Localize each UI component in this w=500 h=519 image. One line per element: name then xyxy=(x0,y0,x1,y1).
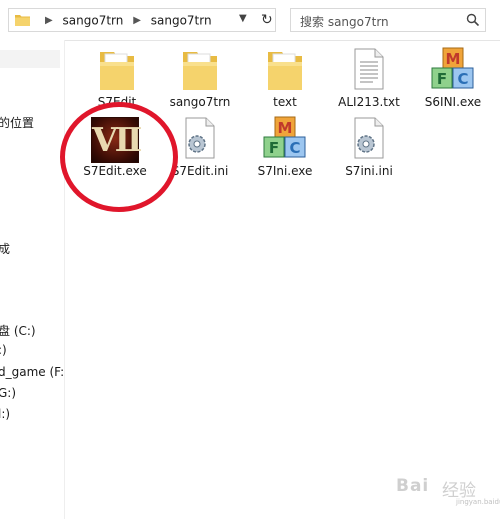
search-box[interactable]: 搜索 sango7trn xyxy=(290,8,486,32)
address-bar[interactable]: ▶ sango7trn ▶ sango7trn ▼ ↻ xyxy=(8,8,276,32)
nav-item-homegroup[interactable]: 成 xyxy=(0,240,64,257)
history-dropdown-icon[interactable]: ▼ xyxy=(239,13,247,24)
file-item-s6ini-exe[interactable]: M F C S6INI.exe xyxy=(408,46,498,116)
nav-item-drive-e[interactable]: :) xyxy=(0,343,64,357)
file-name: ALI213.txt xyxy=(338,95,400,109)
settings-file-icon xyxy=(185,117,215,159)
nav-selected-row[interactable] xyxy=(0,50,60,68)
mfc-app-icon: M F C xyxy=(431,47,474,89)
file-name: S6INI.exe xyxy=(424,95,482,109)
svg-text:F: F xyxy=(437,70,447,88)
nav-item-drive-h[interactable]: l:) xyxy=(0,407,64,421)
watermark-url: jingyan.baidu.com xyxy=(456,498,500,506)
file-name: S7Ini.exe xyxy=(257,164,313,178)
watermark: Bai 经验 jingyan.baidu.com xyxy=(386,470,500,510)
file-item-s7ini-ini[interactable]: S7ini.ini xyxy=(324,115,414,185)
file-item-s7ini-exe[interactable]: M F C S7Ini.exe xyxy=(240,115,330,185)
folder-icon xyxy=(15,15,30,26)
settings-file-icon xyxy=(354,117,384,159)
svg-text:C: C xyxy=(457,70,468,88)
navigation-pane: 的位置 成 盘 (C:) :) d_game (F:) G:) l:) xyxy=(0,40,65,519)
breadcrumb-item[interactable]: sango7trn xyxy=(63,14,124,28)
svg-text:M: M xyxy=(446,50,461,68)
file-item-text-folder[interactable]: text xyxy=(240,46,330,116)
file-name: text xyxy=(273,95,297,109)
breadcrumb-item[interactable]: sango7trn xyxy=(151,14,212,28)
text-file-icon xyxy=(354,48,384,90)
mfc-app-icon: M F C xyxy=(263,116,306,158)
search-input[interactable]: 搜索 sango7trn xyxy=(300,13,389,30)
nav-item-drive-c[interactable]: 盘 (C:) xyxy=(0,322,64,339)
svg-text:M: M xyxy=(278,119,293,137)
nav-item-recent-places[interactable]: 的位置 xyxy=(0,114,64,131)
svg-text:C: C xyxy=(289,139,300,157)
annotation-circle xyxy=(60,102,178,212)
breadcrumb-chevron-icon[interactable]: ▶ xyxy=(127,15,147,26)
refresh-icon[interactable]: ↻ xyxy=(261,12,273,28)
nav-item-drive-f[interactable]: d_game (F:) xyxy=(0,365,64,379)
folder-icon xyxy=(100,52,134,90)
folder-icon xyxy=(268,52,302,90)
search-icon[interactable] xyxy=(466,13,479,26)
toolbar: ▶ sango7trn ▶ sango7trn ▼ ↻ 搜索 sango7trn xyxy=(0,0,500,41)
svg-text:F: F xyxy=(269,139,279,157)
file-name: sango7trn xyxy=(169,95,231,109)
file-name: S7ini.ini xyxy=(345,164,393,178)
folder-icon xyxy=(183,52,217,90)
nav-item-drive-g[interactable]: G:) xyxy=(0,386,64,400)
watermark-brand: Bai xyxy=(396,476,430,496)
file-item-ali213-txt[interactable]: ALI213.txt xyxy=(324,46,414,116)
file-item-sango7trn-folder[interactable]: sango7trn xyxy=(155,46,245,116)
breadcrumb-chevron-icon[interactable]: ▶ xyxy=(39,15,59,26)
